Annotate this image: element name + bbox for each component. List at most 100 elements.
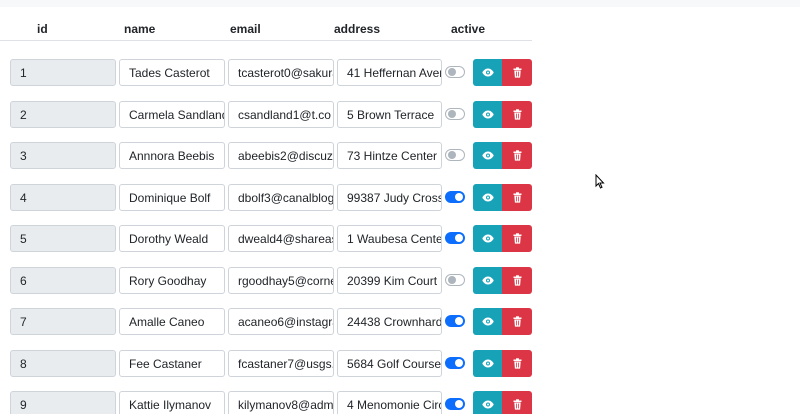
trash-icon (513, 150, 522, 161)
toggle-knob (455, 317, 463, 325)
address-field[interactable]: 4 Menomonie Circle (337, 391, 442, 414)
table-row: 1Tades Casterottcasterot0@sakura.ne.jp41… (0, 59, 540, 101)
view-button[interactable] (473, 225, 503, 252)
view-button[interactable] (473, 391, 503, 414)
trash-icon (513, 67, 522, 78)
email-field[interactable]: acaneo6@instagram.com (228, 308, 334, 335)
name-field[interactable]: Fee Castaner (119, 349, 225, 377)
name-field[interactable]: Carmela Sandland (119, 100, 225, 128)
id-field[interactable]: 4 (10, 183, 116, 211)
trash-icon (513, 108, 522, 120)
email-field[interactable]: rgoodhay5@cornell.edu (228, 266, 334, 294)
address-field[interactable]: 5684 Golf Course (337, 349, 442, 377)
address-field[interactable]: 73 Hintze Center (337, 142, 442, 169)
trash-icon (513, 316, 522, 327)
name-field[interactable]: Rory Goodhay (119, 266, 225, 294)
active-toggle[interactable] (445, 66, 465, 78)
id-field[interactable]: 3 (10, 142, 116, 169)
view-button[interactable] (473, 308, 503, 335)
delete-button[interactable] (502, 225, 532, 252)
column-header-email: email (230, 22, 261, 36)
delete-button[interactable] (502, 142, 532, 169)
delete-button[interactable] (502, 266, 532, 294)
name-field[interactable]: Annnora Beebis (119, 142, 225, 169)
toggle-knob (448, 109, 456, 118)
email-field[interactable]: dbolf3@canalblog.com (228, 183, 334, 211)
delete-button[interactable] (502, 391, 532, 414)
id-field[interactable]: 8 (10, 349, 116, 377)
table-row: 2 Carmela Sandland csandland1@t.co 5 Brown … (0, 100, 540, 143)
view-button[interactable] (473, 100, 503, 128)
eye-icon (482, 359, 494, 368)
eye-icon (482, 317, 494, 326)
table-row: 9Kattie Ilymanovkilymanov8@admin.ch4 Men… (0, 391, 540, 414)
view-button[interactable] (473, 59, 503, 86)
address-field[interactable]: 20399 Kim Court (337, 266, 442, 294)
column-header-address: address (334, 22, 381, 36)
address-field[interactable]: 24438 Crownhardt (337, 308, 442, 335)
name-field[interactable]: Amalle Caneo (119, 308, 225, 335)
toggle-knob (455, 400, 463, 408)
mouse-cursor-icon (595, 174, 605, 189)
delete-button[interactable] (502, 183, 532, 211)
table-row: 4Dominique Bolfdbolf3@canalblog.com99387… (0, 183, 540, 226)
address-field[interactable]: 1 Waubesa Center (337, 225, 442, 252)
toggle-knob (448, 275, 456, 284)
name-field[interactable]: Dominique Bolf (119, 183, 225, 211)
table-header: id name email address active (0, 7, 532, 41)
delete-button[interactable] (502, 349, 532, 377)
eye-icon (482, 68, 494, 77)
toggle-knob (448, 151, 456, 159)
trash-icon (513, 191, 522, 203)
name-field[interactable]: Kattie Ilymanov (119, 391, 225, 414)
name-field[interactable]: Tades Casterot (119, 59, 225, 86)
email-field[interactable]: csandland1@t.co (228, 100, 334, 128)
toggle-knob (455, 234, 463, 242)
id-field[interactable]: 1 (10, 59, 116, 86)
top-strip (0, 0, 800, 7)
email-field[interactable]: fcastaner7@usgs.gov (228, 349, 334, 377)
address-field[interactable]: 41 Heffernan Avenue (337, 59, 442, 86)
column-header-name: name (124, 22, 156, 36)
trash-icon (513, 274, 522, 286)
table-row: 6Rory Goodhayrgoodhay5@cornell.edu20399 … (0, 266, 540, 309)
trash-icon (513, 233, 522, 244)
eye-icon (482, 400, 494, 409)
active-toggle[interactable] (445, 149, 465, 161)
id-field[interactable]: 6 (10, 266, 116, 294)
active-toggle[interactable] (445, 356, 465, 369)
email-field[interactable]: abeebis2@discuz.net (228, 142, 334, 169)
id-field[interactable]: 7 (10, 308, 116, 335)
column-header-id: id (37, 22, 48, 36)
trash-icon (513, 357, 522, 369)
table-row: 5Dorothy Wealddweald4@shareasale.com1 Wa… (0, 225, 540, 267)
eye-icon (482, 234, 494, 243)
view-button[interactable] (473, 183, 503, 211)
toggle-knob (448, 68, 456, 76)
view-button[interactable] (473, 266, 503, 294)
address-field[interactable]: 99387 Judy Crossing (337, 183, 442, 211)
eye-icon (482, 276, 494, 285)
address-field[interactable]: 5 Brown Terrace (337, 100, 442, 128)
delete-button[interactable] (502, 59, 532, 86)
active-toggle[interactable] (445, 315, 465, 327)
id-field[interactable]: 9 (10, 391, 116, 414)
active-toggle[interactable] (445, 398, 465, 410)
email-field[interactable]: dweald4@shareasale.com (228, 225, 334, 252)
name-field[interactable]: Dorothy Weald (119, 225, 225, 252)
active-toggle[interactable] (445, 190, 465, 203)
email-field[interactable]: tcasterot0@sakura.ne.jp (228, 59, 334, 86)
view-button[interactable] (473, 349, 503, 377)
active-toggle[interactable] (445, 273, 465, 286)
delete-button[interactable] (502, 100, 532, 128)
delete-button[interactable] (502, 308, 532, 335)
id-field[interactable]: 5 (10, 225, 116, 252)
email-field[interactable]: kilymanov8@admin.ch (228, 391, 334, 414)
trash-icon (513, 399, 522, 410)
active-toggle[interactable] (445, 232, 465, 244)
id-field[interactable]: 2 (10, 100, 116, 128)
eye-icon (482, 151, 494, 160)
active-toggle[interactable] (445, 107, 465, 120)
column-header-active: active (451, 22, 486, 36)
view-button[interactable] (473, 142, 503, 169)
